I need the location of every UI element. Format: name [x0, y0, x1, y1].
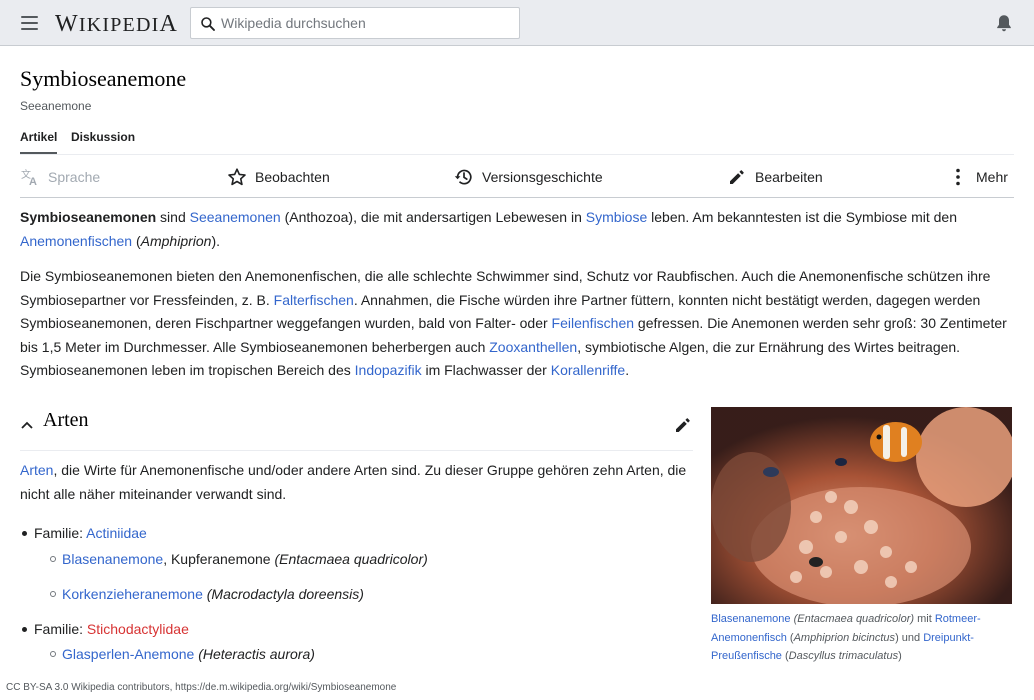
link-zooxanthellen[interactable]: Zooxanthellen — [489, 339, 577, 355]
history-label: Versionsgeschichte — [482, 169, 603, 185]
kebab-menu-icon — [956, 168, 960, 186]
link-seeanemonen[interactable]: Seeanemonen — [190, 209, 281, 225]
tab-discussion[interactable]: Diskussion — [71, 130, 135, 152]
menu-icon[interactable] — [18, 14, 42, 32]
link-blasenanemone[interactable]: Blasenanemone — [62, 551, 163, 567]
figure-caption: Blasenanemone (Entacmaea quadricolor) mi… — [711, 613, 981, 662]
language-icon: 文 A — [21, 168, 37, 187]
link-falterfischen[interactable]: Falterfischen — [274, 292, 354, 308]
article-intro: Symbioseanemonen sind Seeanemonen (Antho… — [20, 206, 1014, 395]
article-subject-bold: Symbioseanemonen — [20, 209, 157, 225]
link-actiniidae[interactable]: Actiniidae — [86, 525, 147, 541]
more-label: Mehr — [976, 169, 1008, 185]
top-header: WIKIPEDIA Wikipedia durchsuchen — [0, 0, 1034, 46]
chevron-up-icon[interactable] — [20, 418, 34, 432]
edit-label: Bearbeiten — [755, 169, 823, 185]
search-placeholder: Wikipedia durchsuchen — [221, 15, 366, 31]
more-button[interactable]: Mehr — [948, 167, 1008, 187]
section-heading-arten[interactable]: Arten — [20, 403, 693, 451]
edit-button[interactable]: Bearbeiten — [727, 167, 823, 187]
sub-bullet — [50, 591, 56, 597]
language-label: Sprache — [48, 169, 101, 185]
watch-button[interactable]: Beobachten — [227, 167, 330, 187]
star-icon — [228, 168, 246, 186]
namespace-tabs: Artikel Diskussion — [20, 124, 1014, 155]
redlink-stichodactylidae[interactable]: Stichodactylidae — [87, 621, 189, 637]
link-indopazifik[interactable]: Indopazifik — [355, 362, 422, 378]
notification-bell-icon[interactable] — [994, 13, 1014, 33]
search-input[interactable]: Wikipedia durchsuchen — [190, 7, 520, 39]
language-button[interactable]: 文 A Sprache — [20, 167, 100, 187]
section-title: Arten — [43, 409, 89, 431]
link-korkenzieheranemone[interactable]: Korkenzieheranemone — [62, 586, 203, 602]
link-korallenriffe[interactable]: Korallenriffe — [551, 362, 625, 378]
link-feilenfischen[interactable]: Feilenfischen — [552, 315, 635, 331]
link-caption-blasenanemone[interactable]: Blasenanemone — [711, 613, 791, 625]
anemone-photo[interactable] — [711, 407, 1012, 604]
section-paragraph: Arten, die Wirte für Anemonenfische und/… — [20, 462, 687, 502]
sub-bullet — [50, 556, 56, 562]
bullet — [22, 531, 27, 536]
history-icon — [454, 169, 472, 185]
section-edit-pencil-icon[interactable] — [673, 415, 693, 435]
intro-paragraph-1: Symbioseanemonen sind Seeanemonen (Antho… — [20, 209, 957, 249]
link-anemonenfischen[interactable]: Anemonenfischen — [20, 233, 132, 249]
link-glasperlen-anemone[interactable]: Glasperlen-Anemone — [62, 646, 194, 662]
sub-bullet — [50, 651, 56, 657]
page-tagline: Seeanemone — [20, 99, 92, 113]
tab-article[interactable]: Artikel — [20, 130, 58, 154]
search-icon — [201, 17, 215, 31]
intro-paragraph-2: Die Symbioseanemonen bieten den Anemonen… — [20, 268, 1007, 378]
license-footer: CC BY-SA 3.0 Wikipedia contributors, htt… — [6, 682, 397, 693]
bullet — [22, 627, 27, 632]
history-button[interactable]: Versionsgeschichte — [454, 167, 603, 187]
thumbnail-figure: Blasenanemone (Entacmaea quadricolor) mi… — [711, 407, 1012, 666]
svg-text:A: A — [29, 176, 37, 187]
wikipedia-logo[interactable]: WIKIPEDIA — [55, 11, 178, 38]
link-symbiose[interactable]: Symbiose — [586, 209, 647, 225]
page-actions: 文 A Sprache Beobachten Versionsgeschicht… — [20, 155, 1014, 198]
watch-label: Beobachten — [255, 169, 330, 185]
page-title: Symbioseanemone — [20, 66, 187, 91]
pencil-icon — [730, 170, 744, 184]
link-arten[interactable]: Arten — [20, 462, 53, 478]
